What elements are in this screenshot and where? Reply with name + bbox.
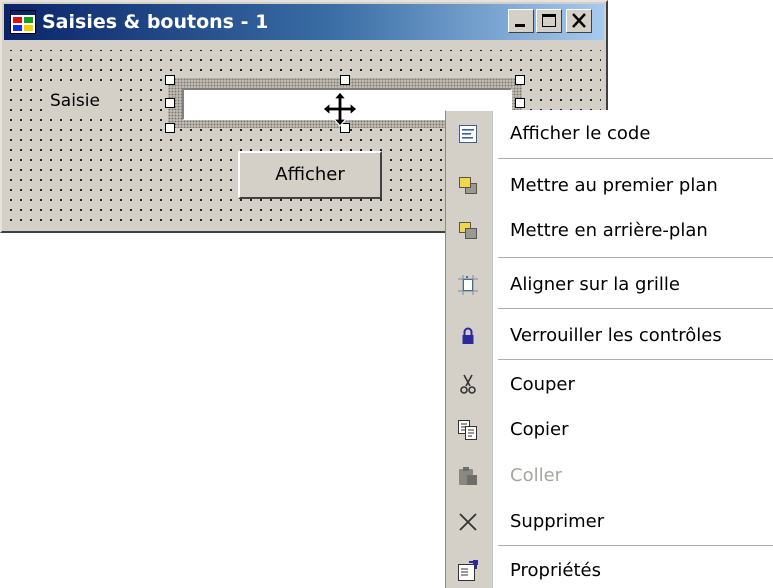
menu-item-label: Mettre au premier plan (510, 175, 718, 196)
close-button[interactable] (566, 9, 592, 33)
menu-item-label: Couper (510, 374, 575, 395)
view-code-icon (459, 125, 477, 143)
menu-item-mettre-au-premier-plan[interactable]: Mettre au premier plan (446, 163, 773, 209)
menu-item-verrouiller-les-controles[interactable]: Verrouiller les contrôles (446, 313, 773, 359)
menu-item-label: Mettre en arrière-plan (510, 220, 708, 241)
menu-item-coller[interactable]: Coller (446, 453, 773, 499)
menu-item-copier[interactable]: Copier (446, 407, 773, 453)
cut-icon (460, 374, 476, 394)
menu-item-supprimer[interactable]: Supprimer (446, 499, 773, 545)
lock-icon (462, 327, 474, 344)
maximize-icon (542, 14, 556, 27)
resize-handle-left[interactable] (165, 98, 175, 108)
resize-handle-top-left[interactable] (165, 75, 175, 85)
resize-handle-top-right[interactable] (515, 75, 525, 85)
menu-item-couper[interactable]: Couper (446, 362, 773, 408)
menu-separator (498, 359, 773, 360)
paste-icon (459, 467, 477, 485)
afficher-button[interactable]: Afficher (238, 151, 382, 199)
minimize-icon (515, 24, 525, 27)
menu-item-label: Copier (510, 419, 569, 440)
maximize-button[interactable] (536, 9, 562, 33)
menu-item-mettre-en-arriere-plan[interactable]: Mettre en arrière-plan (446, 208, 773, 254)
menu-item-afficher-le-code[interactable]: Afficher le code (446, 111, 773, 157)
menu-item-aligner-sur-la-grille[interactable]: Aligner sur la grille (446, 262, 773, 308)
menu-separator (498, 545, 773, 546)
form-app-icon (10, 10, 36, 34)
resize-handle-right[interactable] (515, 98, 525, 108)
menu-item-label: Aligner sur la grille (510, 274, 680, 295)
saisie-label[interactable]: Saisie (50, 89, 120, 113)
properties-icon (458, 560, 478, 581)
menu-item-label: Verrouiller les contrôles (510, 325, 722, 346)
resize-handle-top[interactable] (340, 75, 350, 85)
menu-separator (498, 158, 773, 159)
menu-item-proprietes[interactable]: Propriétés (446, 548, 773, 588)
menu-item-label: Propriétés (510, 560, 601, 581)
menu-separator (498, 257, 773, 258)
copy-icon (458, 420, 477, 440)
menu-item-label: Afficher le code (510, 123, 651, 144)
menu-item-label: Supprimer (510, 511, 605, 532)
menu-item-label: Coller (510, 465, 563, 486)
window-title: Saisies & boutons - 1 (42, 11, 269, 33)
bring-to-front-icon (459, 177, 477, 194)
move-cursor-icon (322, 91, 358, 127)
delete-icon (459, 513, 477, 531)
close-icon (572, 13, 586, 28)
title-bar[interactable]: Saisies & boutons - 1 (4, 4, 604, 40)
context-menu: Afficher le code Mettre au premier plan … (445, 110, 773, 588)
menu-separator (498, 308, 773, 309)
resize-handle-bottom-left[interactable] (165, 123, 175, 133)
minimize-button[interactable] (508, 9, 534, 33)
send-to-back-icon (459, 222, 477, 239)
align-to-grid-icon (458, 275, 478, 295)
